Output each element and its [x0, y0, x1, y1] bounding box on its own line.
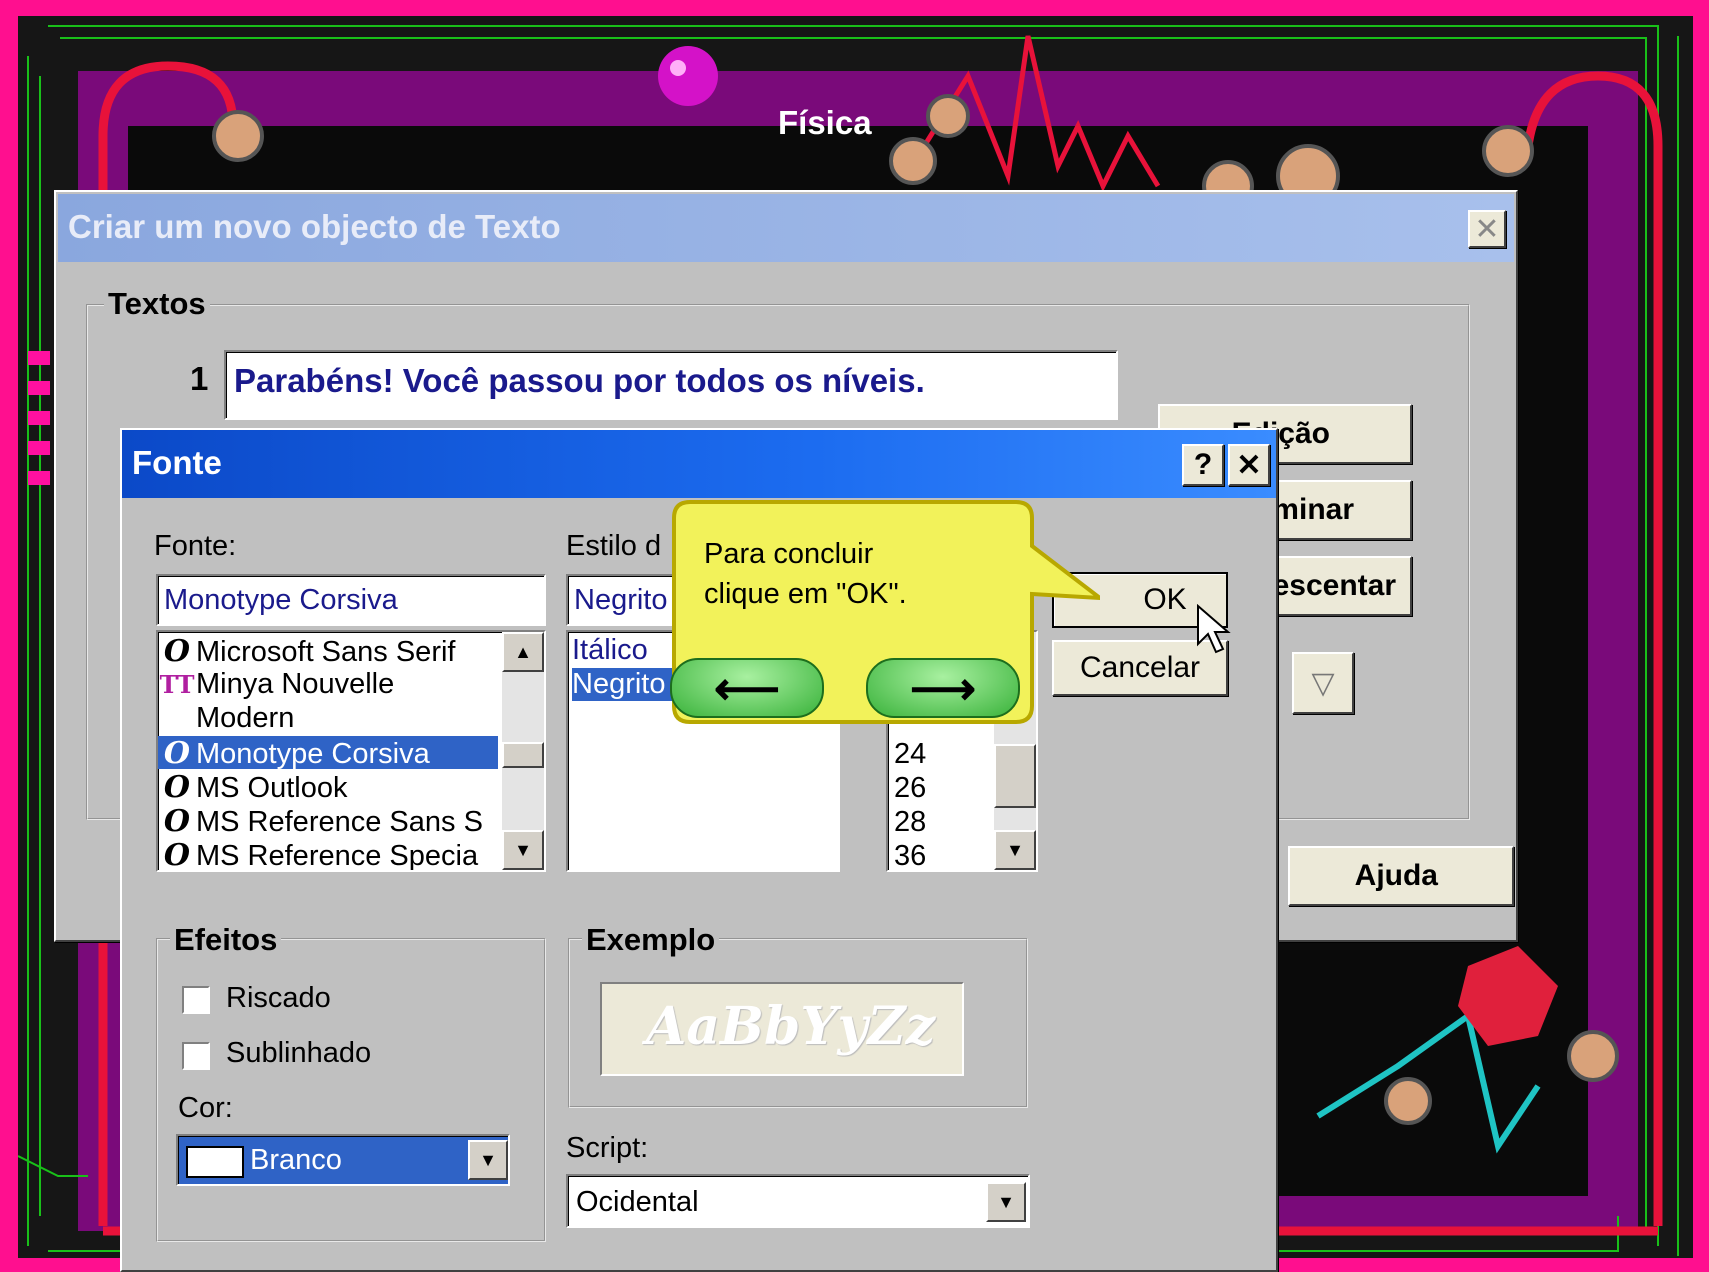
- move-down-button[interactable]: ▽: [1292, 652, 1354, 714]
- script-select[interactable]: Ocidental ▼: [566, 1174, 1030, 1228]
- mouse-cursor-icon: [1197, 604, 1231, 654]
- color-dropdown-button[interactable]: ▼: [468, 1140, 508, 1180]
- font-list-item[interactable]: Modern: [158, 702, 498, 735]
- size-list-item[interactable]: 26: [894, 772, 926, 805]
- font-list-item[interactable]: TTMinya Nouvelle: [158, 668, 498, 701]
- truetype-icon: TT: [159, 670, 195, 699]
- help-question-button[interactable]: ?: [1182, 444, 1224, 486]
- style-list-item[interactable]: Itálico: [572, 634, 648, 667]
- color-swatch: [186, 1146, 244, 1178]
- color-select[interactable]: Branco ▼: [176, 1134, 510, 1186]
- arrow-right-icon: ⟶: [910, 662, 976, 714]
- arrow-up-icon: ▲: [514, 641, 532, 662]
- dialog-title: Criar um novo objecto de Texto: [68, 208, 561, 245]
- font-list[interactable]: O Microsoft Sans Serif TTMinya Nouvelle M…: [156, 630, 546, 872]
- font-list-item[interactable]: O MS Outlook: [158, 770, 498, 805]
- opentype-icon: O: [163, 804, 191, 839]
- texts-group-label: Textos: [104, 286, 210, 322]
- tooltip-line-2: clique em "OK".: [704, 578, 907, 610]
- close-icon: ✕: [1474, 212, 1500, 246]
- scroll-down-button[interactable]: ▼: [502, 830, 544, 870]
- size-list-item[interactable]: 28: [894, 806, 926, 839]
- strikeout-checkbox[interactable]: [182, 986, 210, 1014]
- script-dropdown-button[interactable]: ▼: [986, 1182, 1026, 1222]
- sample-preview: AaBbYyZz: [600, 982, 964, 1076]
- font-label: Fonte:: [154, 530, 237, 562]
- font-list-item[interactable]: O MS Reference Sans S: [158, 804, 498, 839]
- arrow-down-icon: ▼: [479, 1149, 497, 1170]
- opentype-icon: O: [163, 634, 191, 669]
- arrow-left-icon: ⟵: [714, 662, 780, 714]
- font-list-item[interactable]: O MS Reference Specia: [158, 838, 498, 872]
- sample-group-label: Exemplo: [582, 922, 720, 958]
- size-scroll-down-button[interactable]: ▼: [994, 830, 1036, 870]
- size-list-item[interactable]: 36: [894, 840, 926, 873]
- font-list-item[interactable]: O Microsoft Sans Serif: [158, 634, 498, 669]
- script-label: Script:: [566, 1132, 649, 1164]
- font-list-item-selected[interactable]: O Monotype Corsiva: [158, 736, 498, 771]
- color-label: Cor:: [178, 1092, 233, 1124]
- scroll-thumb[interactable]: [502, 742, 544, 768]
- underline-label: Sublinhado: [226, 1037, 372, 1069]
- dialog-titlebar: Criar um novo objecto de Texto ✕: [58, 194, 1514, 262]
- font-dialog-titlebar: Fonte ? ✕: [122, 430, 1276, 498]
- opentype-icon: O: [163, 736, 191, 771]
- text-line-number: 1: [190, 360, 209, 397]
- opentype-icon: O: [163, 838, 191, 872]
- help-button[interactable]: Ajuda: [1288, 846, 1514, 906]
- close-icon: ✕: [1236, 448, 1262, 482]
- arrow-down-icon: ▼: [1006, 839, 1024, 860]
- font-name-input[interactable]: Monotype Corsiva: [156, 574, 546, 626]
- text-line-value: Parabéns! Você passou por todos os nívei…: [234, 362, 925, 399]
- close-button[interactable]: ✕: [1468, 210, 1506, 248]
- font-close-button[interactable]: ✕: [1228, 444, 1270, 486]
- arrow-down-icon: ▼: [514, 839, 532, 860]
- tutorial-tooltip: Para concluir clique em "OK". ⟵ ⟶: [660, 498, 1100, 728]
- tooltip-line-1: Para concluir: [704, 538, 874, 570]
- arrow-down-icon: ▼: [997, 1191, 1015, 1212]
- size-scroll-thumb[interactable]: [994, 744, 1036, 808]
- text-line-field[interactable]: Parabéns! Você passou por todos os nívei…: [224, 350, 1118, 420]
- question-icon: ?: [1193, 448, 1213, 481]
- scroll-up-button[interactable]: ▲: [502, 632, 544, 672]
- underline-checkbox[interactable]: [182, 1042, 210, 1070]
- opentype-icon: O: [163, 770, 191, 805]
- strikeout-label: Riscado: [226, 982, 331, 1014]
- font-dialog-title: Fonte: [132, 444, 222, 481]
- effects-group-label: Efeitos: [170, 922, 282, 958]
- triangle-down-icon: ▽: [1311, 666, 1335, 700]
- tooltip-prev-button[interactable]: ⟵: [670, 658, 824, 718]
- effects-group: [156, 938, 546, 1242]
- font-list-scrollbar[interactable]: ▲ ▼: [502, 632, 544, 870]
- game-title: Física: [778, 104, 872, 141]
- tooltip-next-button[interactable]: ⟶: [866, 658, 1020, 718]
- style-label: Estilo d: [566, 530, 662, 562]
- size-list-item[interactable]: 24: [894, 738, 926, 771]
